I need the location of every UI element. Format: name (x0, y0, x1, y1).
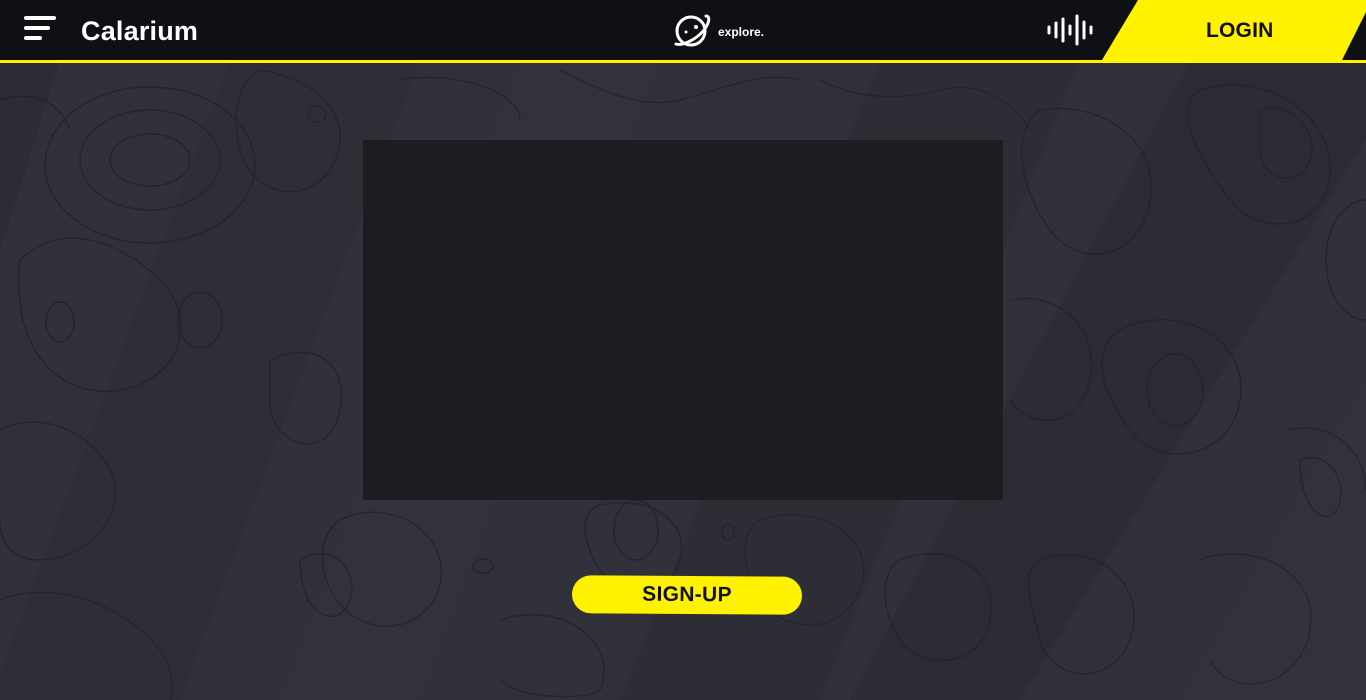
page: Calarium explore. LOGIN SIGN-UP (0, 0, 1366, 700)
sound-wave-icon[interactable] (1046, 14, 1098, 46)
media-panel (363, 140, 1003, 500)
signup-button[interactable]: SIGN-UP (571, 575, 803, 615)
login-button[interactable]: LOGIN (1206, 18, 1274, 44)
hamburger-menu-icon[interactable] (24, 16, 58, 48)
explore-link[interactable]: explore. (672, 12, 764, 50)
top-nav-bar: Calarium explore. LOGIN (0, 0, 1366, 63)
brand-logo-text[interactable]: Calarium (81, 15, 198, 47)
planet-icon (674, 14, 711, 47)
explore-label: explore. (718, 25, 765, 39)
